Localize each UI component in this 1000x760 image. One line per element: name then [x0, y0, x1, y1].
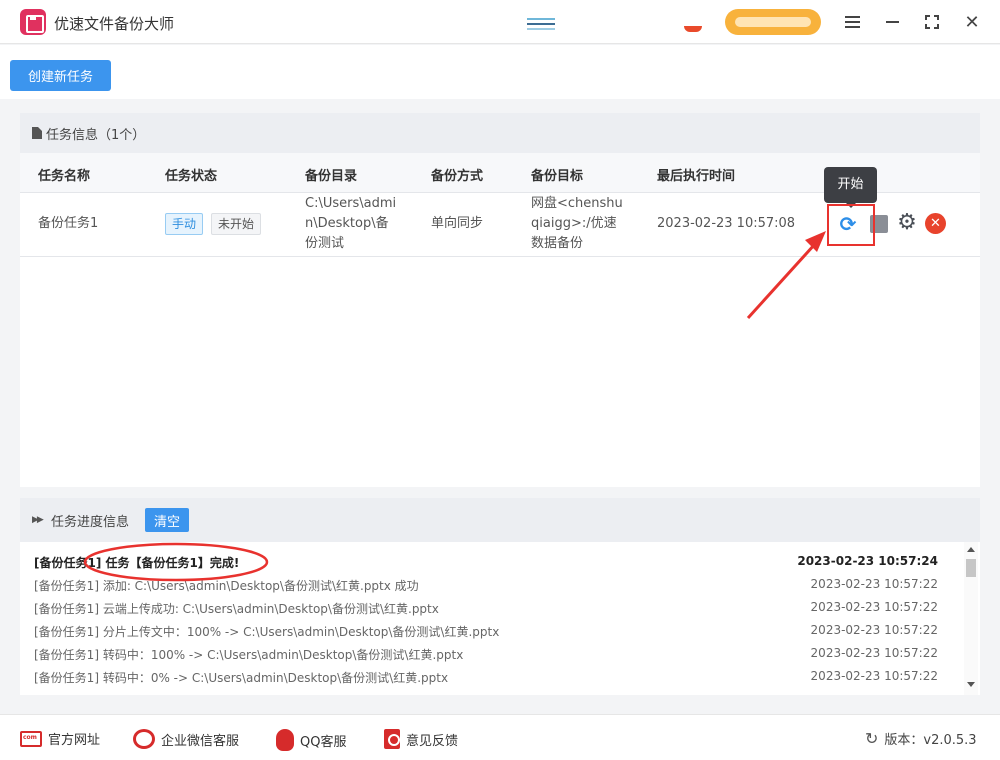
feedback-label: 意见反馈 — [406, 733, 459, 749]
log-time: 2023-02-23 10:57:22 — [810, 669, 938, 683]
official-site-label: 官方网址 — [48, 733, 101, 748]
progress-panel-title: 任务进度信息 — [51, 515, 130, 530]
official-site-link[interactable]: 官方网址 — [20, 729, 100, 748]
log-time: 2023-02-23 10:57:22 — [810, 623, 938, 637]
last-run-time: 2023-02-23 10:57:08 — [657, 216, 796, 231]
qq-icon — [276, 729, 294, 751]
column-header-source: 备份目录 — [305, 169, 358, 184]
close-icon[interactable]: ✕ — [960, 10, 984, 34]
log-entry: [备份任务1] 云端上传成功: C:\Users\admin\Desktop\备… — [20, 597, 958, 620]
document-icon — [32, 127, 42, 139]
log-time: 2023-02-23 10:57:22 — [810, 646, 938, 660]
log-time: 2023-02-23 10:57:22 — [810, 600, 938, 614]
log-entry: [备份任务1] 转码中：100% -> C:\Users\admin\Deskt… — [20, 643, 958, 666]
wechat-service-label: 企业微信客服 — [161, 733, 240, 749]
task-panel-header: 任务信息（1个） — [20, 113, 980, 153]
menu-icon[interactable] — [840, 10, 864, 34]
log-entry: [备份任务1] 转码中：0% -> C:\Users\admin\Desktop… — [20, 666, 958, 689]
target-line: 数据备份 — [531, 236, 584, 251]
delete-icon[interactable]: ✕ — [925, 213, 946, 234]
annotation-highlight-box — [827, 204, 875, 246]
create-task-button[interactable]: 创建新任务 — [10, 60, 111, 91]
website-icon — [20, 730, 42, 747]
log-message: [备份任务1] 分片上传文中：100% -> C:\Users\admin\De… — [34, 625, 500, 639]
backup-method: 单向同步 — [431, 216, 484, 231]
log-time: 2023-02-23 10:57:22 — [810, 577, 938, 591]
log-list: [备份任务1] 任务【备份任务1】完成! 2023-02-23 10:57:24… — [20, 551, 958, 689]
minimize-icon[interactable] — [880, 10, 904, 34]
column-header-status: 任务状态 — [165, 169, 218, 184]
expand-arrows-icon[interactable]: ▶▶ — [32, 515, 44, 525]
toolbar: 创建新任务 — [0, 45, 1000, 99]
column-header-name: 任务名称 — [38, 169, 91, 184]
clear-log-button[interactable]: 清空 — [145, 508, 189, 532]
log-entry: [备份任务1] 添加: C:\Users\admin\Desktop\备份测试\… — [20, 574, 958, 597]
scroll-thumb[interactable] — [966, 559, 976, 577]
log-message: [备份任务1] 任务【备份任务1】完成! — [34, 556, 240, 570]
log-message: [备份任务1] 转码中：100% -> C:\Users\admin\Deskt… — [34, 648, 464, 662]
target-cell: 网盘<chenshu qiaigg>:/优速 数据备份 — [531, 194, 623, 254]
status-badge: 未开始 — [211, 213, 262, 235]
version-label: 版本：v2.0.5.3 — [884, 733, 977, 748]
log-message: [备份任务1] 转码中：0% -> C:\Users\admin\Desktop… — [34, 671, 449, 685]
progress-panel: ▶▶ 任务进度信息 清空 [备份任务1] 任务【备份任务1】完成! 2023-0… — [20, 498, 980, 695]
log-time: 2023-02-23 10:57:24 — [797, 554, 938, 568]
column-header-method: 备份方式 — [431, 169, 484, 184]
maximize-icon[interactable] — [920, 10, 944, 34]
feedback-icon — [384, 729, 400, 749]
wechat-service-link[interactable]: 企业微信客服 — [133, 729, 239, 749]
log-entry: [备份任务1] 任务【备份任务1】完成! 2023-02-23 10:57:24 — [20, 551, 958, 574]
promo-badge-icon[interactable] — [684, 26, 702, 32]
task-name: 备份任务1 — [38, 216, 99, 231]
feedback-link[interactable]: 意见反馈 — [384, 729, 458, 749]
log-entry: [备份任务1] 分片上传文中：100% -> C:\Users\admin\De… — [20, 620, 958, 643]
footer: 官方网址 企业微信客服 QQ客服 意见反馈 ↻ 版本：v2.0.5.3 — [0, 714, 1000, 760]
log-message: [备份任务1] 添加: C:\Users\admin\Desktop\备份测试\… — [34, 579, 419, 593]
version-info[interactable]: ↻ 版本：v2.0.5.3 — [865, 729, 977, 748]
progress-panel-header: ▶▶ 任务进度信息 清空 — [20, 498, 980, 542]
promo-banner-button[interactable] — [725, 9, 821, 35]
wechat-icon — [133, 729, 155, 749]
update-icon: ↻ — [865, 729, 879, 748]
qq-service-label: QQ客服 — [300, 734, 347, 750]
source-dir-cell: C:\Users\admi n\Desktop\备 份测试 — [305, 194, 396, 254]
column-header-last-run: 最后执行时间 — [657, 169, 736, 184]
task-panel-title: 任务信息（1个） — [46, 127, 146, 143]
source-dir-line: 份测试 — [305, 236, 345, 251]
scroll-up-icon[interactable] — [967, 547, 975, 552]
app-logo-icon — [20, 9, 46, 35]
log-message: [备份任务1] 云端上传成功: C:\Users\admin\Desktop\备… — [34, 602, 439, 616]
app-title: 优速文件备份大师 — [54, 15, 175, 33]
promo-image-icon[interactable] — [527, 14, 555, 30]
source-dir-line: C:\Users\admi — [305, 196, 397, 211]
target-line: qiaigg>:/优速 — [531, 216, 617, 231]
qq-service-link[interactable]: QQ客服 — [276, 729, 346, 751]
gear-icon[interactable]: ⚙ — [896, 212, 918, 234]
target-line: 网盘<chenshu — [531, 196, 623, 211]
start-tooltip: 开始 — [824, 167, 877, 208]
column-header-target: 备份目标 — [531, 169, 584, 184]
log-scrollbar[interactable] — [964, 542, 978, 695]
scroll-down-icon[interactable] — [967, 682, 975, 687]
title-bar: 优速文件备份大师 ✕ — [0, 0, 1000, 44]
source-dir-line: n\Desktop\备 — [305, 216, 389, 231]
mode-badge: 手动 — [165, 213, 204, 235]
